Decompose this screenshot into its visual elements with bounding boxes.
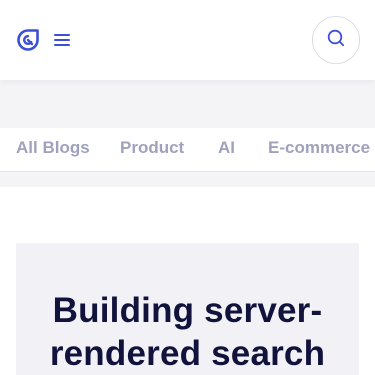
hamburger-menu-icon[interactable] [52, 30, 72, 50]
category-tabs: All Blogs Product AI E-commerce [0, 128, 375, 172]
tab-ai[interactable]: AI [218, 128, 235, 168]
article-title[interactable]: Building server-rendered search [16, 289, 359, 375]
algolia-logo-icon[interactable] [16, 28, 40, 52]
site-header [0, 0, 375, 80]
tab-product[interactable]: Product [120, 128, 184, 168]
page: All Blogs Product AI E-commerce Building… [0, 0, 375, 375]
tab-e-commerce[interactable]: E-commerce [268, 128, 370, 168]
featured-article-card[interactable]: Building server-rendered search [16, 243, 359, 375]
tab-all-blogs[interactable]: All Blogs [16, 128, 90, 168]
search-icon [326, 28, 346, 53]
search-button[interactable] [312, 16, 360, 64]
main-content: Building server-rendered search [0, 187, 375, 375]
